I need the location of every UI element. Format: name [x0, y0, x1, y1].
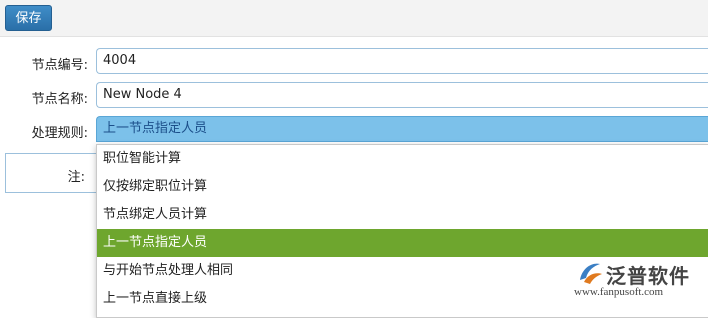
node-name-label: 节点名称: [31, 92, 88, 107]
node-name-field[interactable]: New Node 4 [96, 82, 708, 108]
dropdown-option-selected[interactable]: 上一节点指定人员 [97, 229, 708, 257]
node-code-label: 节点编号: [31, 58, 88, 73]
brand-name: 泛普软件 [606, 264, 690, 288]
dropdown-option[interactable]: 节点绑定人员计算 [97, 201, 708, 229]
dropdown-option[interactable]: 仅按绑定职位计算 [97, 173, 708, 201]
node-code-field[interactable]: 4004 [96, 48, 708, 74]
toolbar: 保存 [0, 0, 708, 37]
brand-url: www.fanpusoft.com [574, 286, 664, 298]
save-button[interactable]: 保存 [5, 5, 52, 31]
rule-label: 处理规则: [31, 126, 88, 141]
brand-watermark: 泛普软件 www.fanpusoft.com [574, 260, 700, 300]
dropdown-option[interactable]: 职位智能计算 [97, 145, 708, 173]
note-label: 注: [67, 170, 85, 185]
brand-logo-icon [580, 263, 602, 284]
rule-select[interactable]: 上一节点指定人员 [96, 116, 708, 142]
